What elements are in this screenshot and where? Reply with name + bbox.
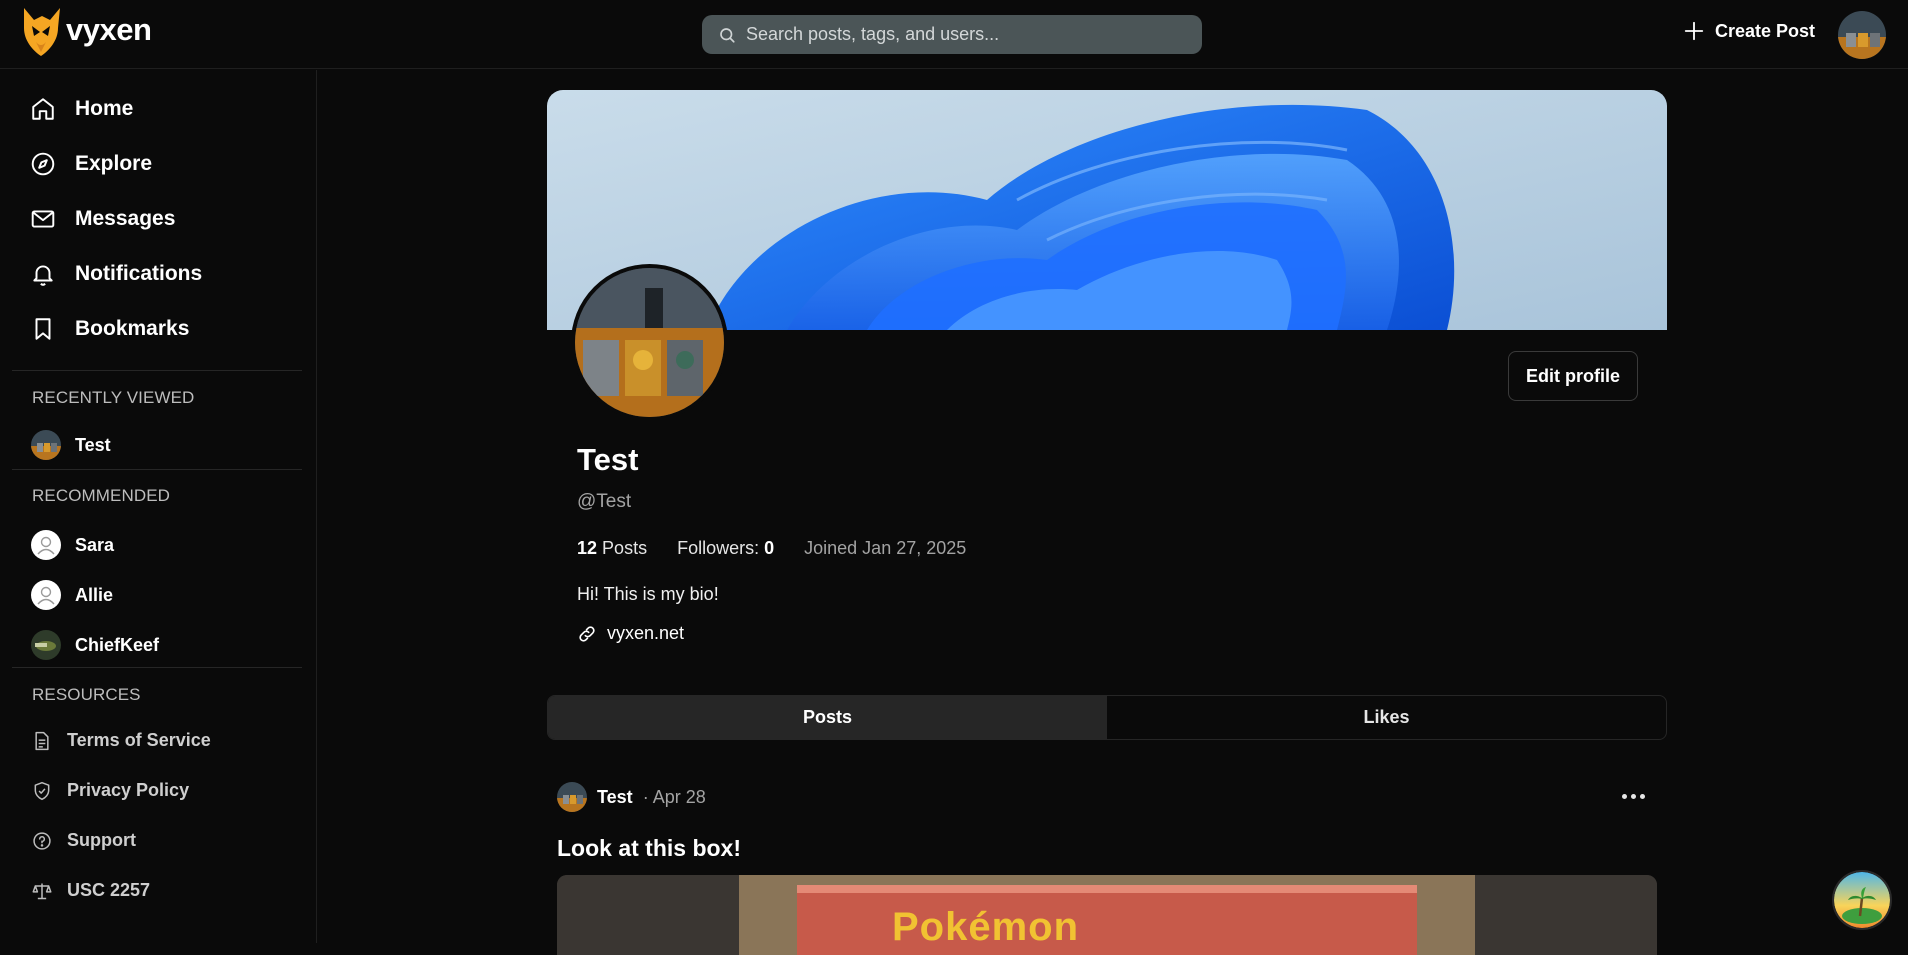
- island-icon: [1834, 872, 1890, 928]
- create-post-button[interactable]: Create Post: [1683, 20, 1815, 42]
- divider: [12, 370, 302, 371]
- resource-label: USC 2257: [67, 880, 151, 900]
- profile-display-name: Test: [577, 442, 639, 477]
- sidebar-item-label: Explore: [75, 152, 153, 175]
- fox-logo-icon: [24, 8, 60, 56]
- recommended-item-chiefkeef[interactable]: ChiefKeef: [31, 630, 159, 660]
- sidebar-item-bookmarks[interactable]: Bookmarks: [30, 316, 189, 342]
- bookmark-icon: [35, 318, 51, 340]
- default-avatar-icon: [31, 530, 61, 560]
- tab-posts[interactable]: Posts: [548, 696, 1107, 739]
- profile-tabs: Posts Likes: [547, 695, 1667, 740]
- profile-website-link[interactable]: vyxen.net: [577, 623, 684, 644]
- resource-usc-2257[interactable]: USC 2257: [32, 880, 150, 901]
- post-author[interactable]: Test: [597, 787, 633, 808]
- tab-likes[interactable]: Likes: [1107, 696, 1666, 739]
- recently-viewed-title: RECENTLY VIEWED: [32, 388, 195, 407]
- recommended-title: RECOMMENDED: [32, 486, 171, 505]
- sidebar: Home Explore Messages Notifications Book…: [0, 70, 317, 943]
- sidebar-item-label: Home: [75, 97, 134, 120]
- posts-label: Posts: [602, 538, 648, 558]
- bell-icon: [33, 265, 53, 286]
- create-post-label: Create Post: [1715, 20, 1816, 41]
- sidebar-item-messages[interactable]: Messages: [30, 206, 175, 232]
- resource-label: Privacy Policy: [67, 780, 190, 800]
- floating-action-button[interactable]: [1832, 870, 1892, 930]
- scale-icon: [32, 883, 52, 899]
- sidebar-item-notifications[interactable]: Notifications: [30, 261, 202, 287]
- recently-viewed-item[interactable]: Test: [31, 430, 111, 460]
- posts-count: 12: [577, 538, 598, 558]
- avatar: [31, 630, 61, 660]
- posts-stat[interactable]: 12 Posts: [577, 538, 647, 559]
- sidebar-item-label: Bookmarks: [75, 317, 190, 340]
- sidebar-item-label: Messages: [75, 207, 176, 230]
- avatar[interactable]: [557, 782, 587, 812]
- search-input[interactable]: [746, 24, 1166, 45]
- person-name: Sara: [75, 534, 115, 555]
- followers-count: 0: [764, 538, 775, 558]
- user-avatar-button[interactable]: [1838, 11, 1886, 59]
- recommended-item-allie[interactable]: Allie: [31, 580, 113, 610]
- sidebar-item-label: Notifications: [75, 262, 203, 285]
- person-name: ChiefKeef: [75, 634, 160, 655]
- followers-label: Followers:: [677, 538, 760, 558]
- logo[interactable]: vyxen: [20, 6, 152, 58]
- resource-support[interactable]: Support: [32, 830, 136, 851]
- person-name: Test: [75, 434, 111, 455]
- recommended-item-sara[interactable]: Sara: [31, 530, 114, 560]
- post-image[interactable]: Pokémon: [557, 875, 1657, 955]
- profile-banner: [547, 90, 1667, 330]
- help-circle-icon: [33, 831, 51, 850]
- profile-avatar[interactable]: [571, 264, 728, 421]
- resource-terms-of-service[interactable]: Terms of Service: [32, 730, 211, 751]
- edit-profile-button[interactable]: Edit profile: [1508, 351, 1638, 401]
- post-image-text: Pokémon: [892, 905, 1080, 949]
- resources-title: RESOURCES: [32, 685, 141, 704]
- profile-stats: 12 Posts Followers: 0 Joined Jan 27, 202…: [577, 538, 966, 559]
- followers-stat[interactable]: Followers: 0: [677, 538, 774, 559]
- resource-label: Support: [67, 830, 136, 850]
- profile-link-text: vyxen.net: [607, 623, 685, 643]
- joined-date: Joined Jan 27, 2025: [804, 538, 967, 558]
- resource-label: Terms of Service: [67, 730, 211, 750]
- plus-icon: [1684, 21, 1704, 41]
- profile-bio: Hi! This is my bio!: [577, 584, 719, 604]
- top-bar: vyxen Create Post: [0, 0, 1908, 69]
- more-options-icon[interactable]: [1615, 784, 1651, 808]
- avatar: [31, 430, 61, 460]
- post-date: · Apr 28: [642, 786, 706, 807]
- resource-privacy-policy[interactable]: Privacy Policy: [32, 780, 189, 801]
- mail-icon: [31, 210, 55, 228]
- post-header: Test · Apr 28: [557, 782, 706, 812]
- document-icon: [35, 731, 49, 750]
- default-avatar-icon: [31, 580, 61, 610]
- search-bar[interactable]: [702, 15, 1202, 54]
- search-icon: [720, 27, 735, 43]
- divider: [12, 667, 302, 668]
- avatar: [1838, 11, 1886, 59]
- shield-icon: [34, 781, 50, 800]
- home-icon: [32, 98, 54, 120]
- divider: [12, 469, 302, 470]
- person-name: Allie: [75, 584, 114, 605]
- app-name: vyxen: [66, 12, 152, 47]
- link-icon: [579, 625, 595, 642]
- profile-handle: @Test: [577, 491, 632, 512]
- post-title: Look at this box!: [557, 835, 741, 861]
- sidebar-item-explore[interactable]: Explore: [30, 151, 152, 177]
- sidebar-item-home[interactable]: Home: [30, 96, 133, 122]
- compass-icon: [31, 152, 55, 176]
